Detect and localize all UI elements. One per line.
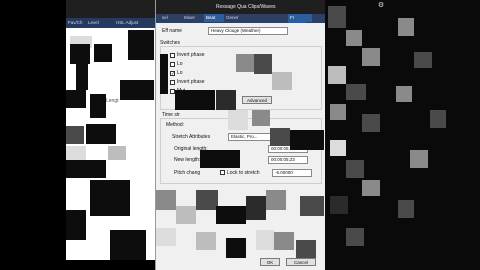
pixel-block	[330, 196, 348, 214]
pixel-block	[300, 196, 324, 216]
pixel-block	[86, 124, 116, 144]
pixel-block	[296, 240, 316, 258]
pixel-block	[346, 84, 366, 100]
pixel-block	[160, 54, 168, 94]
pixel-block	[236, 54, 254, 72]
cancel-button[interactable]: Cancel	[286, 258, 316, 266]
pixel-block	[70, 44, 90, 64]
dialog-title: Ressage Qua Clips/Waves	[216, 4, 276, 10]
pixel-block	[328, 6, 346, 28]
left-app-titlebar	[66, 0, 156, 18]
method-label: Method:	[166, 122, 185, 128]
stretch-attributes-label: Stretch Attributes	[172, 134, 211, 140]
pixel-block	[156, 190, 176, 210]
switch-checkbox-1[interactable]	[170, 53, 175, 58]
pixel-block	[196, 232, 216, 250]
pixel-block	[128, 30, 154, 60]
pitch-change-field[interactable]: -5.00000	[272, 169, 312, 177]
pixel-block	[346, 30, 362, 46]
switch-checkbox-3-checked[interactable]: ✓	[170, 71, 175, 77]
pixel-block	[290, 130, 324, 150]
left-tab-strip: Fav/Ch Level HSL Adjust	[66, 18, 156, 28]
pixel-block	[330, 104, 346, 120]
pixel-block	[66, 90, 86, 108]
pixel-block	[272, 72, 292, 90]
pixel-block	[328, 66, 346, 84]
pixel-block	[246, 196, 266, 220]
pixel-block	[254, 54, 272, 74]
lock-to-stretch-checkbox[interactable]	[220, 170, 225, 175]
pixel-block	[200, 150, 240, 168]
dialog-titlebar: Ressage Qua Clips/Waves	[156, 0, 326, 14]
pixel-block	[156, 228, 176, 246]
advanced-button[interactable]: Advanced	[242, 96, 272, 104]
pixel-block	[94, 44, 112, 62]
pixel-block	[90, 94, 106, 118]
pixel-block	[66, 146, 86, 160]
pixel-block	[66, 126, 84, 144]
switch-label-1: Invert phase	[177, 52, 205, 58]
pixel-block	[270, 128, 290, 146]
tab-level[interactable]: Level	[86, 19, 104, 27]
new-length-field[interactable]: 00:00:05;23	[268, 156, 308, 164]
pixel-block	[108, 146, 126, 160]
switch-checkbox-2[interactable]	[170, 62, 175, 67]
pixel-block	[176, 206, 196, 224]
pitch-change-label: Pitch chang	[174, 170, 201, 176]
tab-sel[interactable]: sel	[160, 14, 182, 22]
pixel-block	[196, 190, 218, 210]
pixel-block	[66, 210, 86, 240]
pixel-block	[66, 160, 106, 178]
pixel-block	[414, 52, 432, 68]
switch-label-2: Lo	[177, 61, 183, 67]
switch-checkbox-4[interactable]	[170, 80, 175, 85]
ok-button[interactable]: OK	[260, 258, 280, 266]
name-label: Eff name	[162, 28, 182, 34]
pixel-block	[362, 48, 380, 66]
pixel-block	[216, 206, 246, 224]
pixel-block	[110, 230, 146, 260]
screen: { "left_panel": { "tabs": ["Fav/Ch", "Le…	[0, 0, 480, 270]
pixel-block	[256, 230, 274, 250]
pixel-block	[410, 150, 428, 168]
pixel-block	[226, 238, 246, 258]
pixel-block	[398, 18, 414, 36]
pixel-block	[398, 200, 414, 218]
tab-hsl-adjust[interactable]: HSL Adjust	[114, 19, 142, 27]
tab-gener[interactable]: Gener	[224, 14, 250, 22]
pixel-block	[216, 90, 236, 110]
pixel-block	[330, 140, 346, 156]
pixel-block	[228, 110, 248, 130]
stretch-attributes-field[interactable]: Elastic, Pro...	[228, 133, 276, 141]
pixel-block	[120, 80, 154, 100]
pixel-block	[362, 180, 380, 196]
pixel-block	[362, 114, 380, 132]
name-field[interactable]: Heavy Clouge (Weather)	[208, 27, 288, 35]
pixel-block	[266, 190, 286, 210]
pixel-block	[346, 228, 364, 246]
pixel-block	[274, 232, 294, 250]
switch-label-4: Invert phase	[177, 79, 205, 85]
pixel-block	[396, 86, 412, 102]
pixel-block	[76, 62, 88, 90]
gear-icon[interactable]: ⚙	[376, 2, 386, 12]
tab-favch[interactable]: Fav/Ch	[66, 19, 88, 27]
pixel-block	[346, 160, 364, 178]
tab-beat[interactable]: Beat	[204, 14, 224, 22]
pixel-block	[175, 90, 215, 110]
lock-to-stretch-label: Lock to stretch	[227, 170, 260, 176]
tab-fr[interactable]: Fr	[288, 14, 306, 23]
tab-mixer[interactable]: Mixer	[182, 14, 204, 22]
pixel-block	[430, 110, 446, 128]
pixel-block	[90, 180, 130, 216]
pixel-block	[252, 110, 270, 126]
switch-label-3: Lo	[177, 70, 183, 76]
